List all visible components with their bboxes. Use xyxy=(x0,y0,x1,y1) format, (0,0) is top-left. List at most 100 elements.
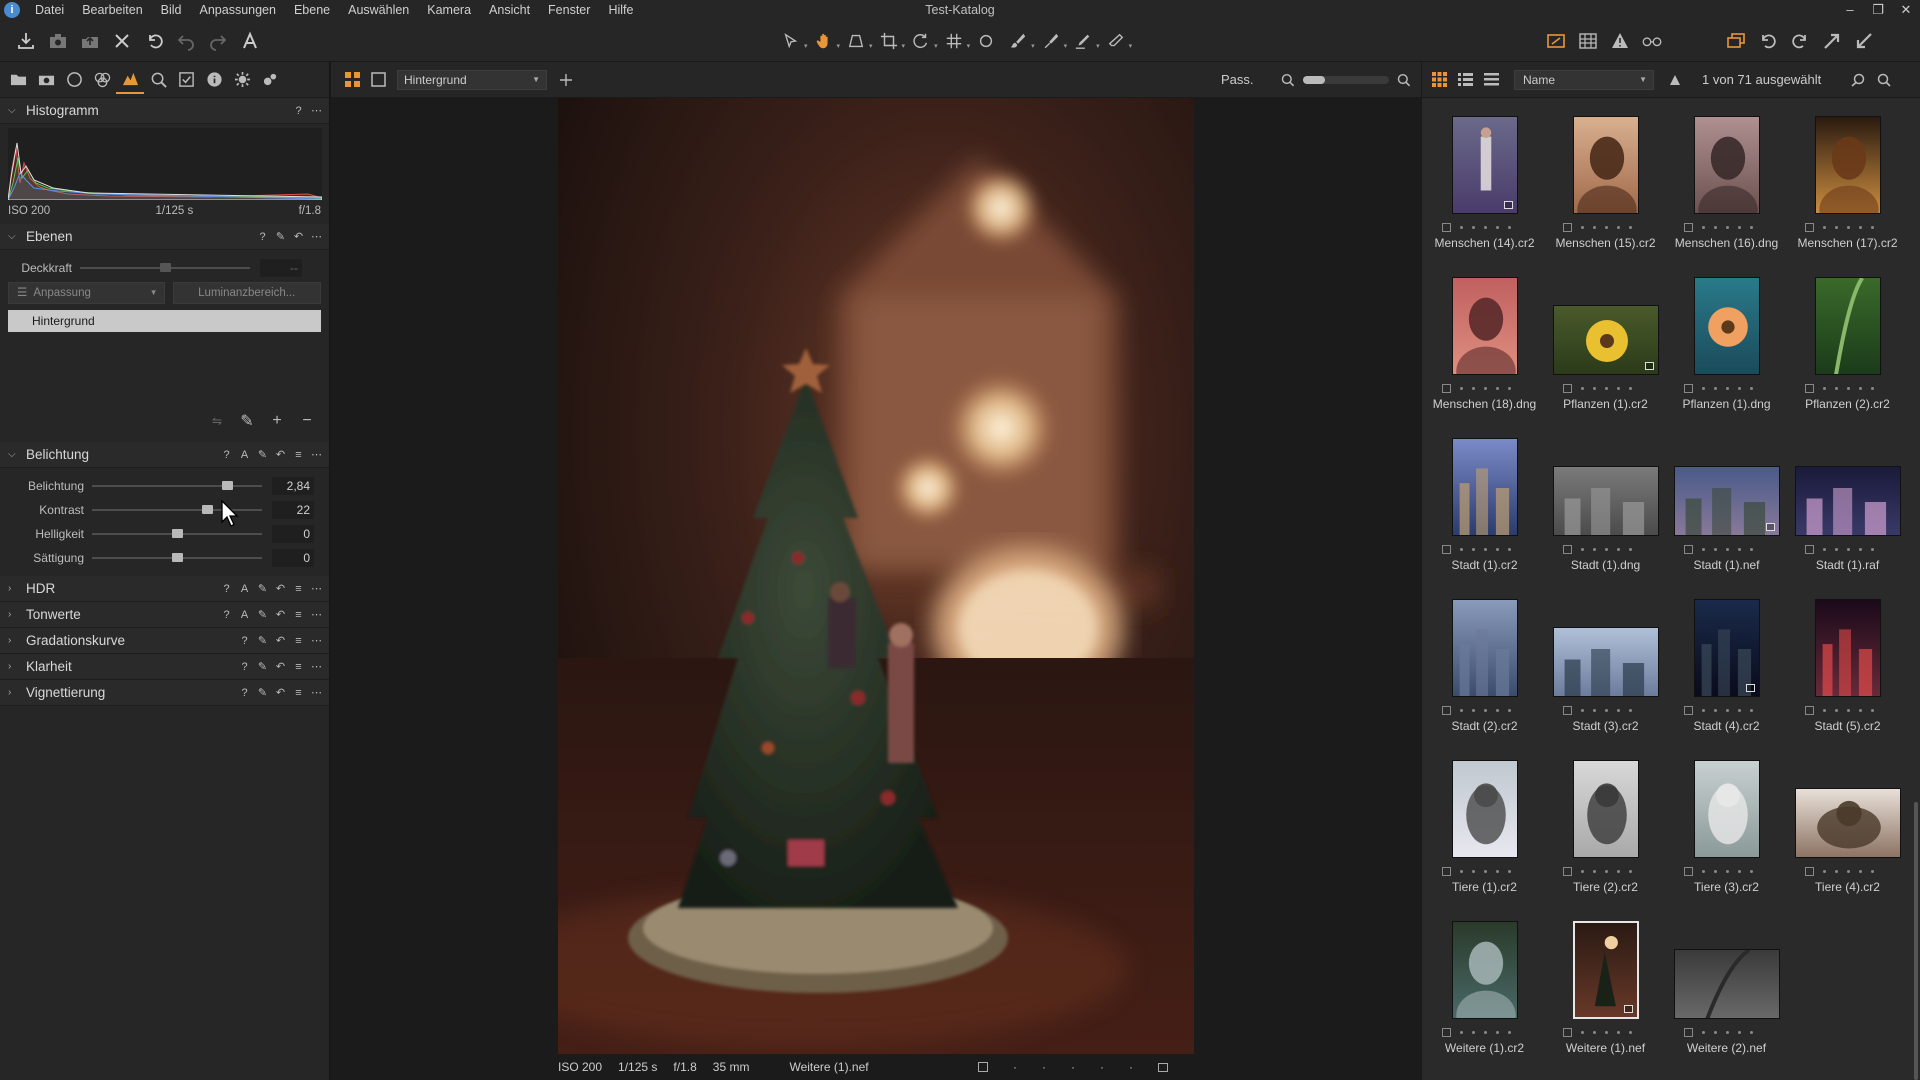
reset-icon[interactable]: ↶ xyxy=(274,448,287,461)
browser-scrollbar[interactable] xyxy=(1914,802,1918,1080)
exposure-tab-icon[interactable] xyxy=(116,66,144,94)
opacity-slider[interactable] xyxy=(80,258,250,278)
rating-dot-icon[interactable] xyxy=(1496,547,1499,551)
thumbnail-rating[interactable] xyxy=(1805,222,1895,232)
thumbnail-rating[interactable] xyxy=(1684,866,1774,876)
rating-dot-icon[interactable] xyxy=(1508,708,1511,712)
thumbnail-image[interactable] xyxy=(1451,116,1518,214)
rating-dot-icon[interactable] xyxy=(1714,869,1717,873)
luminance-range-button[interactable]: Luminanzbereich... xyxy=(172,282,321,304)
lens-tab-icon[interactable] xyxy=(60,66,88,94)
reset-icon[interactable]: ↶ xyxy=(292,230,305,243)
thumbnail-item[interactable]: Tiere (3).cr2 xyxy=(1666,758,1787,919)
rating-dot-icon[interactable] xyxy=(1859,547,1862,551)
auto-adjust-icon[interactable] xyxy=(234,25,266,57)
before-after-icon[interactable] xyxy=(1540,25,1572,57)
help-icon[interactable]: ? xyxy=(238,660,251,673)
thumbnail-image[interactable] xyxy=(1552,305,1659,375)
auto-icon[interactable]: A xyxy=(238,448,251,461)
single-view-icon[interactable] xyxy=(365,67,391,93)
rating-dot-icon[interactable] xyxy=(1847,869,1850,873)
thumbnail-item[interactable]: Pflanzen (1).cr2 xyxy=(1545,275,1666,436)
spot-removal-icon[interactable] xyxy=(970,25,1002,57)
presets-icon[interactable]: ≡ xyxy=(292,582,305,595)
help-icon[interactable]: ? xyxy=(220,448,233,461)
rating-dot-icon[interactable] xyxy=(1484,1030,1487,1034)
more-options-icon[interactable]: ⋯ xyxy=(310,582,323,595)
rating-dot-icon[interactable] xyxy=(1496,869,1499,873)
rating-dot-icon[interactable] xyxy=(1702,386,1705,390)
color-tag-icon[interactable] xyxy=(978,1062,988,1072)
rating-dot-icon[interactable] xyxy=(1835,869,1838,873)
rating-dot-icon[interactable] xyxy=(1726,225,1729,229)
auto-icon[interactable]: A xyxy=(238,608,251,621)
library-tab-icon[interactable] xyxy=(4,66,32,94)
edit-icon[interactable]: ✎ xyxy=(274,230,287,243)
metadata-tab-icon[interactable] xyxy=(200,66,228,94)
fit-label[interactable]: Pass. xyxy=(1221,62,1254,98)
close-window-icon[interactable]: ✕ xyxy=(1892,0,1920,20)
rating-dot-icon[interactable] xyxy=(1508,386,1511,390)
rating-dot-icon[interactable] xyxy=(1484,547,1487,551)
thumbnail-image[interactable] xyxy=(1451,277,1518,375)
menu-auswaehlen[interactable]: Auswählen xyxy=(339,3,418,17)
perspective-icon[interactable] xyxy=(840,25,872,57)
rating-dot-icon[interactable] xyxy=(1847,708,1850,712)
rating-dot-icon[interactable] xyxy=(1629,1030,1632,1034)
contrast-value[interactable]: 22 xyxy=(272,501,314,519)
grid-overlay-icon[interactable] xyxy=(1572,25,1604,57)
edit-icon[interactable]: ✎ xyxy=(256,448,269,461)
reset-icon[interactable]: ↶ xyxy=(274,634,287,647)
thumbnail-rating[interactable] xyxy=(1442,705,1532,715)
rating-dot-icon[interactable] xyxy=(1605,1030,1608,1034)
rating-dot-icon[interactable] xyxy=(1472,1030,1475,1034)
rating-dot-icon[interactable] xyxy=(1605,708,1608,712)
apply-adjustments-icon[interactable] xyxy=(1816,25,1848,57)
thumbnail-rating[interactable] xyxy=(1805,866,1895,876)
rating-dot-icon[interactable] xyxy=(1460,386,1463,390)
layer-draw-mask-icon[interactable]: ✎ xyxy=(239,411,255,431)
thumbnail-image[interactable] xyxy=(1693,277,1760,375)
edit-icon[interactable]: ✎ xyxy=(256,582,269,595)
thumbnail-image[interactable] xyxy=(1572,921,1639,1019)
rating-dot-icon[interactable] xyxy=(1472,869,1475,873)
rating-dot-icon[interactable] xyxy=(1823,386,1826,390)
rating-dot-icon[interactable] xyxy=(1593,869,1596,873)
color-tag-icon[interactable] xyxy=(1442,544,1451,554)
rating-dot-icon[interactable] xyxy=(1702,547,1705,551)
color-tag-icon[interactable] xyxy=(1805,866,1814,876)
rating-dot-icon[interactable] xyxy=(1472,547,1475,551)
thumbnail-item[interactable]: Stadt (4).cr2 xyxy=(1666,597,1787,758)
layer-item-background[interactable]: Hintergrund xyxy=(8,310,321,332)
thumbnail-rating[interactable] xyxy=(1805,383,1895,393)
rating-dot-icon[interactable] xyxy=(1726,869,1729,873)
menu-fenster[interactable]: Fenster xyxy=(539,3,599,17)
rating-dot-icon[interactable] xyxy=(1702,708,1705,712)
delete-icon[interactable] xyxy=(106,25,138,57)
color-tag-icon[interactable] xyxy=(1563,1027,1572,1037)
more-options-icon[interactable]: ⋯ xyxy=(310,448,323,461)
rating-dot-icon[interactable] xyxy=(1460,1030,1463,1034)
rating-dot-icon[interactable] xyxy=(1605,225,1608,229)
thumbnail-rating[interactable] xyxy=(1563,1027,1653,1037)
rating-dot-icon[interactable] xyxy=(1871,386,1874,390)
zoom-slider[interactable] xyxy=(1281,62,1411,98)
rating-dot-icon[interactable] xyxy=(1871,869,1874,873)
grid-view-icon[interactable] xyxy=(1426,67,1452,93)
edit-icon[interactable]: ✎ xyxy=(256,660,269,673)
color-tag-icon[interactable] xyxy=(1684,222,1693,232)
rating-dot-icon[interactable] xyxy=(1581,547,1584,551)
add-layer-icon[interactable]: + xyxy=(269,412,285,430)
histogram-panel-header[interactable]: ⌵ Histogramm ? ⋯ xyxy=(0,98,329,124)
thumbnail-image[interactable] xyxy=(1572,116,1639,214)
rating-dot-icon[interactable] xyxy=(1605,869,1608,873)
rating-dot-icon[interactable] xyxy=(1593,708,1596,712)
thumbnail-rating[interactable] xyxy=(1563,222,1653,232)
rating-dot-icon[interactable] xyxy=(1835,547,1838,551)
presets-icon[interactable]: ≡ xyxy=(292,448,305,461)
select-cursor-icon[interactable] xyxy=(775,25,807,57)
thumbnail-rating[interactable] xyxy=(1684,1027,1774,1037)
color-tab-icon[interactable] xyxy=(88,66,116,94)
rating-dot-icon[interactable] xyxy=(1593,547,1596,551)
rating-dot-icon[interactable] xyxy=(1871,708,1874,712)
